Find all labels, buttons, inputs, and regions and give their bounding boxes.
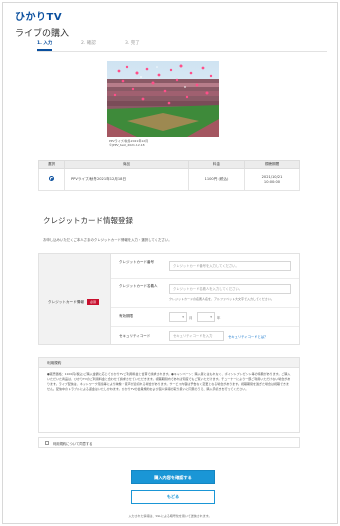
expiry-label: 有効期限 — [119, 314, 133, 318]
card-holder-hint: クレジットカードの名義人名を、アルファベット大文字で入力してください。 — [169, 297, 274, 301]
stadium-image — [107, 61, 219, 137]
agree-row[interactable]: 利用規約について同意する — [38, 437, 300, 448]
divider — [111, 326, 299, 327]
order-table: 選択 商品 料金 視聴期間 PPVライブ/秋冬2021年12月18日 1100円… — [38, 160, 300, 191]
product-image — [107, 61, 219, 137]
chevron-down-icon: ▾ — [210, 315, 212, 319]
terms-heading: 利用規約 — [39, 358, 299, 368]
step-indicator: 1. 入力 2. 確認 3. 完了 — [37, 40, 327, 52]
page-title: ライブの購入 — [15, 29, 70, 39]
column-header-period: 視聴期間 — [244, 160, 300, 169]
security-code-input[interactable]: セキュリティコードを入力 — [169, 331, 224, 341]
card-holder-label: クレジットカード名義人 — [119, 284, 158, 288]
card-number-input[interactable]: クレジットカード番号を入力してください。 — [169, 261, 291, 271]
divider — [111, 307, 299, 308]
terms-box[interactable]: 利用規約 ●販売価格：1100円(税込)ご購入金額に応じてひかりTVご利用料金と… — [38, 357, 300, 433]
credit-card-group-label: クレジットカード情報 — [48, 300, 84, 304]
month-unit: 月 — [189, 316, 193, 320]
card-number-label: クレジットカード番号 — [119, 260, 154, 264]
select-cell[interactable] — [38, 168, 65, 191]
step-input: 1. 入力 — [37, 40, 53, 51]
period-time: 10:00:00 — [263, 179, 281, 184]
expiry-month-select[interactable]: ▾ — [169, 312, 187, 322]
product-price: 1100円 (税込) — [188, 168, 245, 191]
viewing-period: 2021/10/21 10:00:00 — [244, 168, 300, 191]
product-caption: PPVライブ/秋冬2021年12月 ©JPPV_test_2021.12.18 — [109, 139, 148, 147]
security-code-label: セキュリティコード — [119, 334, 151, 338]
credit-card-form: クレジットカード情報 必須 クレジットカード番号 クレジットカード番号を入力して… — [38, 253, 300, 345]
page-frame: ひかりTV ライブの購入 1. 入力 2. 確認 3. 完了 PPVライブ/秋冬… — [2, 2, 338, 524]
card-holder-input[interactable]: クレジットカード名義人を入力してください。 — [169, 284, 291, 294]
back-button[interactable]: もどる — [131, 490, 215, 504]
credit-note: お申し込みいただくご本人さまのクレジットカード情報を入力・選択してください。 — [43, 238, 172, 242]
security-code-help-link[interactable]: セキュリティコードとは？ — [228, 334, 267, 339]
product-radio[interactable] — [49, 176, 54, 182]
expiry-year-select[interactable]: ▾ — [197, 312, 215, 322]
agree-checkbox[interactable] — [45, 441, 49, 445]
caption-credit: ©JPPV_test_2021.12.18 — [109, 143, 145, 148]
confirm-purchase-button[interactable]: 購入内容を確認する — [131, 470, 215, 484]
product-name: PPVライブ/秋冬2021年12月18日 — [64, 168, 189, 191]
required-badge: 必須 — [87, 299, 100, 305]
table-row[interactable]: PPVライブ/秋冬2021年12月18日 1100円 (税込) 2021/10/… — [38, 168, 300, 191]
column-header-price: 料金 — [188, 160, 245, 169]
step-confirm: 2. 確認 — [81, 41, 96, 46]
brand-logo[interactable]: ひかりTV — [15, 8, 62, 23]
divider — [111, 278, 299, 279]
chevron-down-icon: ▾ — [182, 315, 184, 319]
step-complete: 3. 完了 — [125, 41, 140, 46]
column-header-product: 商品 — [64, 160, 189, 169]
agree-label[interactable]: 利用規約について同意する — [53, 441, 92, 446]
column-header-select: 選択 — [38, 160, 65, 169]
ssl-footnote: 入力された情報は、SSLによる暗号化を用いて送信されます。 — [128, 514, 212, 518]
year-unit: 年 — [217, 316, 221, 320]
credit-card-group-header — [39, 254, 111, 344]
credit-section-title: クレジットカード情報登録 — [43, 216, 133, 225]
terms-body: ●販売価格：1100円(税込)ご購入金額に応じてひかりTVご利用料金と合算で請求… — [47, 372, 291, 392]
